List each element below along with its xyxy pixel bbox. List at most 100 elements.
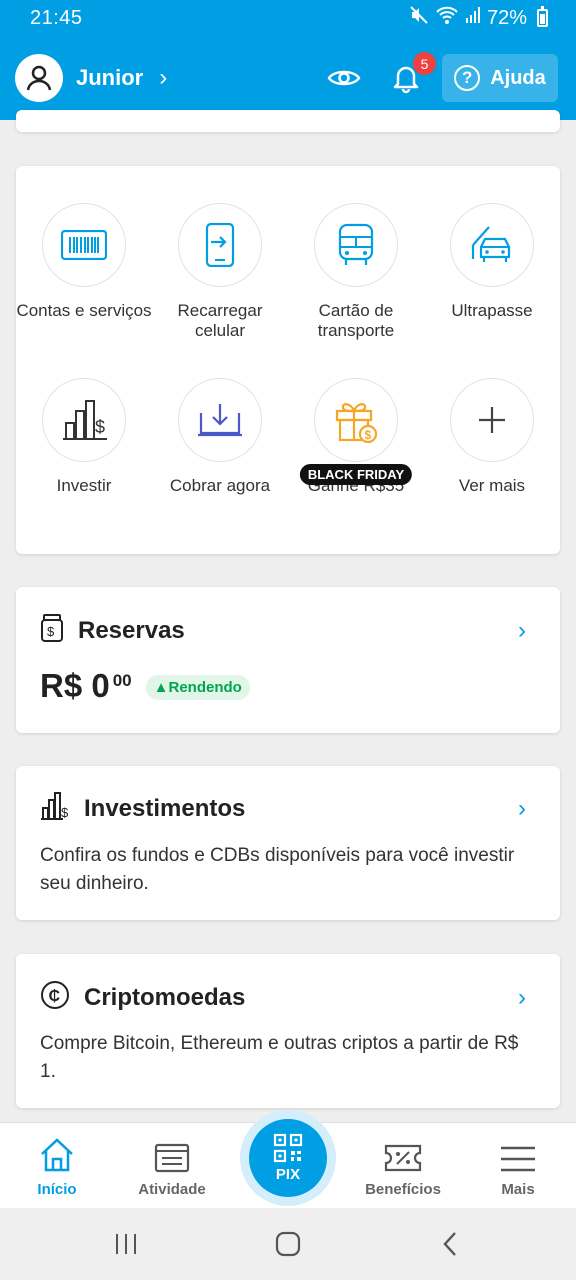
black-friday-tag: BLACK FRIDAY [299,464,413,485]
notification-count-badge: 5 [413,52,436,75]
reservas-header[interactable]: $ Reservas › [40,613,526,648]
shortcut-label: Recarregar celular [177,301,263,340]
nav-label: Início [37,1181,77,1198]
ticket-percent-icon [353,1123,453,1175]
menu-icon [468,1123,568,1175]
chevron-right-icon[interactable]: › [159,64,167,92]
mute-icon [409,5,429,31]
shortcut-cobrar[interactable]: Cobrar agora [152,378,288,496]
chevron-right-icon[interactable]: › [518,984,526,1012]
criptomoedas-title: Criptomoedas [84,983,246,1011]
svg-text:$: $ [365,428,372,442]
shortcut-label: Ver mais [458,476,526,495]
chevron-right-icon[interactable]: › [518,795,526,823]
shortcut-ultrapasse[interactable]: Ultrapasse [424,203,560,321]
shortcut-icon-circle[interactable] [450,378,534,462]
crypto-coin-icon: ₵ [40,980,70,1015]
svg-text:$: $ [95,417,105,437]
shortcut-icon-circle[interactable] [450,203,534,287]
shortcut-icon-circle[interactable]: $ [314,378,398,462]
pix-label: PIX [275,1166,301,1183]
nav-mais[interactable]: Mais [468,1123,568,1209]
user-icon [26,65,52,91]
reservas-balance: R$ 0 00 ▲Rendendo [40,667,250,705]
shortcut-icon-circle[interactable] [178,203,262,287]
shortcut-contas[interactable]: Contas e serviços [16,203,152,321]
shortcut-investir[interactable]: $ Investir [16,378,152,496]
notifications-button[interactable]: 5 [386,52,436,98]
shortcut-recarregar[interactable]: Recarregar celular [152,203,288,341]
invest-chart-icon: $ [63,400,107,440]
activity-list-icon [122,1123,222,1175]
shortcut-label: Cartão de transporte [317,301,395,340]
avatar[interactable] [15,54,63,102]
chevron-right-icon[interactable]: › [518,617,526,645]
bus-icon [338,223,374,265]
investimentos-card[interactable]: $ Investimentos › Confira os fundos e CD… [16,766,560,920]
recent-apps-icon[interactable] [106,1226,146,1262]
balance-cents: 00 [112,671,132,690]
status-time: 21:45 [30,6,83,29]
nav-label: Atividade [138,1181,206,1198]
investimentos-header[interactable]: $ Investimentos › [40,792,526,825]
svg-text:$: $ [47,624,55,639]
nav-label: Mais [501,1181,535,1198]
previous-card [16,110,560,132]
svg-text:$: $ [61,805,69,820]
reservas-title: Reservas [78,616,185,644]
rendendo-label: Rendendo [168,679,242,696]
qr-code-icon [273,1133,303,1163]
back-icon[interactable] [430,1226,470,1262]
receive-payment-icon [198,404,242,437]
signal-icon [465,6,481,30]
eye-icon [327,70,361,86]
shortcut-icon-circle[interactable] [314,203,398,287]
shortcut-transporte[interactable]: Cartão de transporte [288,203,424,341]
shortcut-icon-circle[interactable]: $ [42,378,126,462]
investimentos-description: Confira os fundos e CDBs disponíveis par… [40,845,515,894]
criptomoedas-header[interactable]: ₵ Criptomoedas › [40,980,526,1015]
balance-amount: R$ 0 [40,667,110,704]
system-navigation-bar [0,1208,576,1280]
battery-icon [537,6,548,27]
reservas-card[interactable]: $ Reservas › R$ 0 00 ▲Rendendo [16,587,560,733]
shortcut-ganhe[interactable]: $ BLACK FRIDAY Ganhe R$35 [288,378,424,496]
help-button[interactable]: ? Ajuda [442,54,558,102]
plus-icon [479,407,505,433]
rendendo-badge: ▲Rendendo [145,675,250,700]
shortcut-label: Ultrapasse [451,301,533,320]
investimentos-title: Investimentos [84,794,246,822]
shortcut-label: Investir [56,476,112,495]
home-icon [7,1123,107,1175]
shortcut-ver-mais[interactable]: Ver mais [424,378,560,496]
pix-button-halo: PIX [240,1110,336,1206]
wifi-icon [435,5,459,31]
home-system-icon[interactable] [268,1226,308,1262]
criptomoedas-description: Compre Bitcoin, Ethereum e outras cripto… [40,1033,519,1082]
app-header: Junior › 5 ? Ajuda [0,36,576,120]
gift-icon: $ [335,403,378,443]
nav-atividade[interactable]: Atividade [122,1123,222,1209]
battery-level: 72% [486,6,527,29]
toggle-balance-visibility-button[interactable] [324,58,364,98]
svg-text:₵: ₵ [49,988,61,1005]
nav-label: Benefícios [365,1181,441,1198]
username[interactable]: Junior [76,65,143,91]
help-label: Ajuda [490,66,546,89]
shortcuts-card: Contas e serviços Recarregar celular Car… [16,166,560,554]
shortcut-icon-circle[interactable] [42,203,126,287]
pix-button[interactable]: PIX [249,1119,327,1197]
criptomoedas-card[interactable]: ₵ Criptomoedas › Compre Bitcoin, Ethereu… [16,954,560,1108]
nav-beneficios[interactable]: Benefícios [353,1123,453,1209]
shortcut-label: Cobrar agora [169,476,271,495]
nav-inicio[interactable]: Início [7,1123,107,1209]
invest-chart-icon: $ [40,792,70,825]
question-icon: ? [454,65,481,91]
money-jar-icon: $ [40,613,64,648]
barcode-icon [61,230,107,260]
shortcut-label: Contas e serviços [16,301,152,320]
phone-recharge-icon [205,223,235,267]
car-toll-icon [471,226,511,262]
status-bar: 21:45 72% [0,0,576,36]
shortcut-icon-circle[interactable] [178,378,262,462]
